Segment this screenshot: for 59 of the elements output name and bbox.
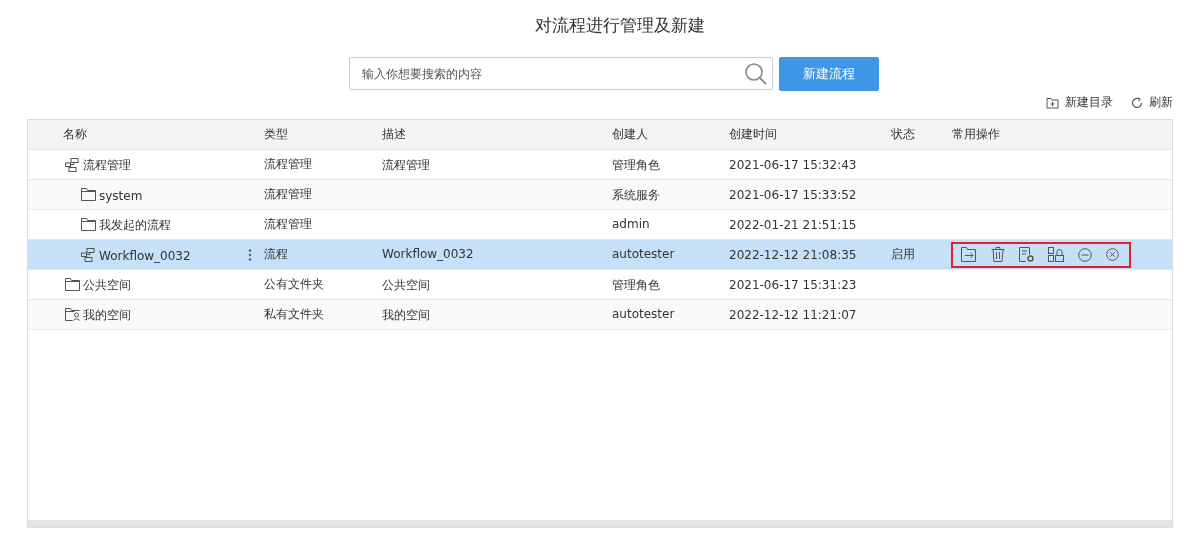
row-name: 我的空间 xyxy=(83,307,131,324)
column-header: 状态 xyxy=(891,126,916,143)
column-header: 名称 xyxy=(63,126,88,143)
delete-icon[interactable] xyxy=(991,247,1005,262)
row-name: system xyxy=(99,188,143,203)
table-cell: 管理角色 xyxy=(612,277,660,294)
column-header: 常用操作 xyxy=(952,126,1001,143)
table-cell: 私有文件夹 xyxy=(264,306,324,323)
column-header: 创建人 xyxy=(612,126,649,143)
minus-circle-icon[interactable] xyxy=(1078,247,1092,262)
table-cell: 管理角色 xyxy=(612,157,660,174)
close-circle-icon[interactable] xyxy=(1106,248,1119,261)
refresh-icon[interactable] xyxy=(1131,96,1143,109)
row-name: 我发起的流程 xyxy=(99,217,171,234)
folder-icon xyxy=(81,188,96,201)
flow-icon xyxy=(81,247,96,262)
table-cell: autotester xyxy=(612,307,675,321)
table-cell: 2021-06-17 15:31:23 xyxy=(729,277,857,292)
table-cell: 流程 xyxy=(264,246,288,263)
table-cell: 流程管理 xyxy=(264,156,312,173)
row-name: 流程管理 xyxy=(83,157,131,174)
table-row[interactable]: 我的空间 私有文件夹 我的空间 autotester 2022-12-12 11:21:07 xyxy=(28,300,1172,330)
table-cell: admin xyxy=(612,217,650,231)
table-cell: 2022-12-12 11:21:07 xyxy=(729,307,857,322)
status-text: 启用 xyxy=(891,246,915,263)
table-cell: 流程管理 xyxy=(264,216,312,233)
folder-icon xyxy=(81,218,96,231)
grid-icon[interactable] xyxy=(1048,247,1064,262)
folder-icon xyxy=(65,278,80,291)
column-header: 描述 xyxy=(382,126,407,143)
table-cell: 公共空间 xyxy=(382,277,430,294)
toolbar-link[interactable]: 新建目录 xyxy=(1065,94,1113,111)
page-title: 对流程进行管理及新建 xyxy=(535,14,705,37)
column-header: 创建时间 xyxy=(729,126,778,143)
search-icon[interactable] xyxy=(744,62,768,86)
row-name: 公共空间 xyxy=(83,277,131,294)
flow-icon xyxy=(65,157,80,172)
row-name: Workflow_0032 xyxy=(99,248,191,263)
table-cell: 流程管理 xyxy=(264,186,312,203)
more-icon[interactable] xyxy=(248,248,252,261)
table-cell: 2022-12-12 21:08:35 xyxy=(729,247,857,262)
table-cell: 系统服务 xyxy=(612,187,660,204)
search-field[interactable]: 输入你想要搜索的内容 xyxy=(349,57,773,90)
user-folder-icon xyxy=(65,308,80,321)
column-header: 类型 xyxy=(264,126,289,143)
table-cell: 公有文件夹 xyxy=(264,276,324,293)
table-cell: autotester xyxy=(612,247,675,261)
table-cell: 2021-06-17 15:32:43 xyxy=(729,157,857,172)
settings-icon[interactable] xyxy=(1019,247,1034,262)
table-row[interactable]: system 流程管理 系统服务 2021-06-17 15:33:52 xyxy=(28,180,1172,210)
table-row[interactable]: Workflow_0032 流程 Workflow_0032 autotester 2022-12-12 21:08:35 启用 xyxy=(28,240,1172,270)
table-cell: 流程管理 xyxy=(382,157,430,174)
table-cell: 我的空间 xyxy=(382,307,430,324)
move-icon[interactable] xyxy=(961,247,977,262)
folder-plus-icon[interactable] xyxy=(1046,96,1059,109)
table-cell: Workflow_0032 xyxy=(382,247,474,261)
table-cell: 2021-06-17 15:33:52 xyxy=(729,187,857,202)
toolbar-link[interactable]: 刷新 xyxy=(1149,94,1173,111)
table-cell: 2022-01-21 21:51:15 xyxy=(729,217,857,232)
